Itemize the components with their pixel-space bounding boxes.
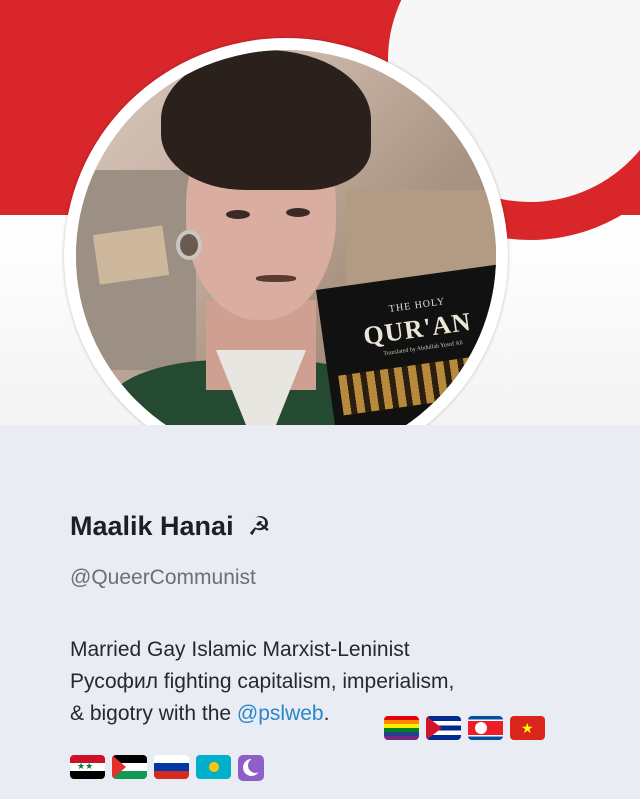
syria-flag-icon: ★★ <box>70 755 105 779</box>
russia-flag-icon <box>154 755 189 779</box>
avatar-photo: THE HOLY QUR'AN Translated by Abdullah Y… <box>76 50 496 462</box>
rainbow-flag-icon <box>384 716 419 740</box>
vietnam-flag-icon: ★ <box>510 716 545 740</box>
hammer-sickle-icon: ☭ <box>247 510 271 541</box>
crescent-moon-icon <box>238 755 264 781</box>
profile-handle[interactable]: @QueerCommunist <box>70 566 256 590</box>
profile-avatar[interactable]: THE HOLY QUR'AN Translated by Abdullah Y… <box>64 38 508 474</box>
kazakhstan-flag-icon <box>196 755 231 779</box>
profile-info-panel <box>0 425 640 799</box>
profile-name-row: Maalik Hanai ☭ <box>70 506 271 546</box>
flag-emoji-row-1: ★ <box>384 716 549 740</box>
bio-line-2: Русофил fighting capitalism, imperialism… <box>70 670 455 693</box>
north-korea-flag-icon <box>468 716 503 740</box>
cuba-flag-icon <box>426 716 461 740</box>
profile-display-name[interactable]: Maalik Hanai <box>70 511 234 542</box>
pslweb-link[interactable]: @pslweb <box>237 702 324 725</box>
bio-line-1: Married Gay Islamic Marxist-Leninist <box>70 638 410 661</box>
palestine-flag-icon <box>112 755 147 779</box>
flag-emoji-row-2: ★★ <box>70 755 268 781</box>
